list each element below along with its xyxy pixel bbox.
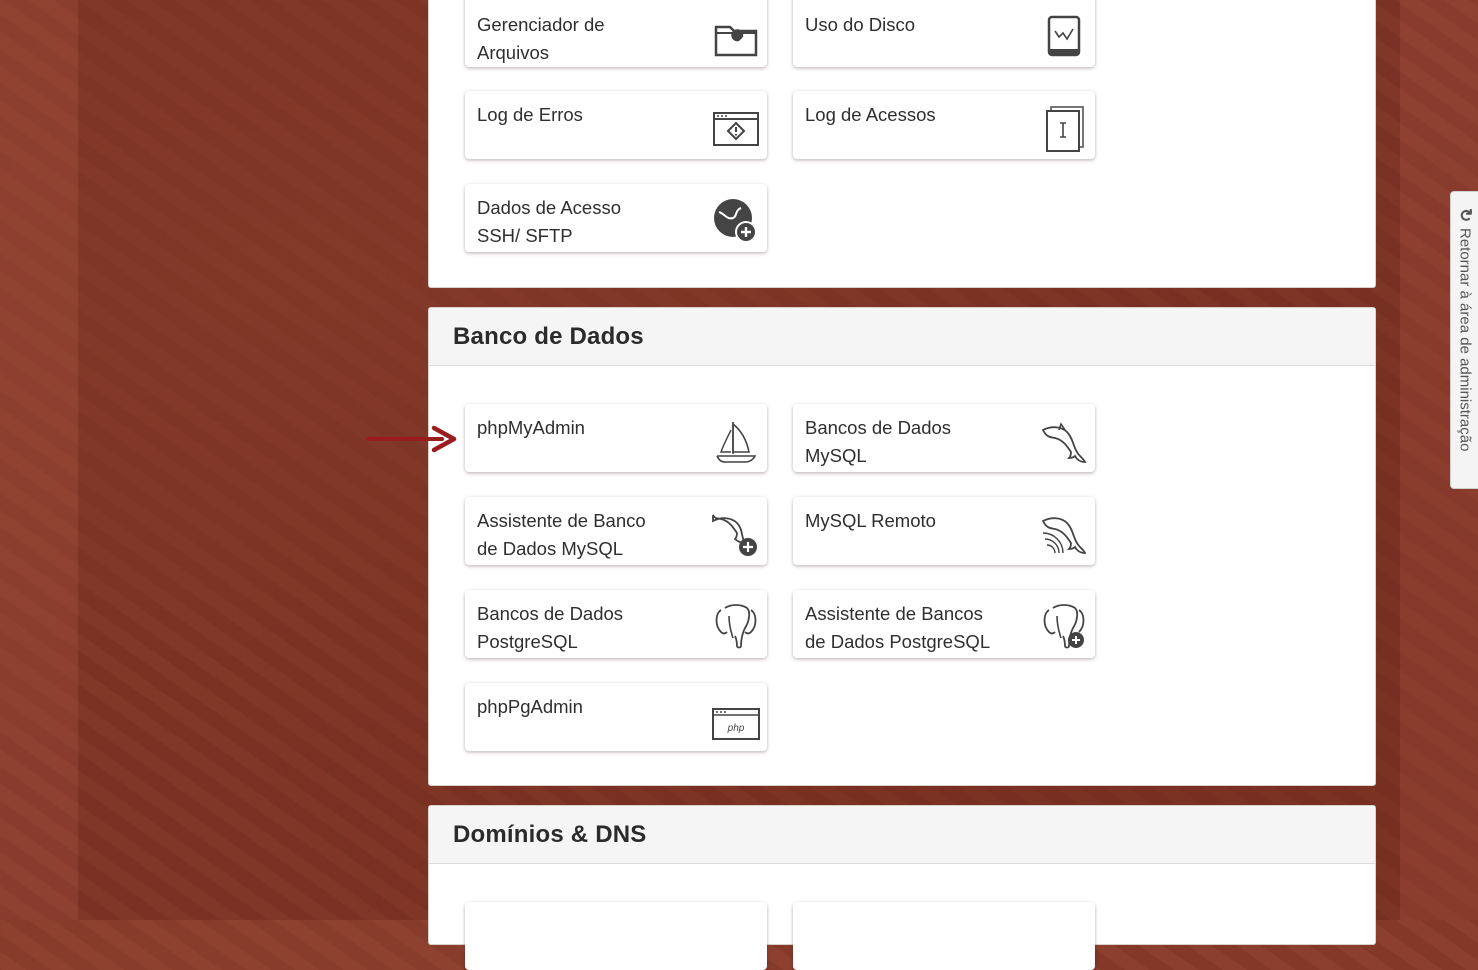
folder-wrench-icon bbox=[711, 11, 761, 61]
domains-header: Domínios & DNS bbox=[429, 806, 1375, 864]
php-window-icon: php bbox=[711, 695, 761, 745]
card-label: Assistente de Bancos de Dados PostgreSQL bbox=[805, 603, 991, 652]
dolphin-plus-icon bbox=[711, 509, 761, 559]
dolphin-wifi-icon bbox=[1039, 509, 1089, 559]
postgresql-databases-card[interactable]: Bancos de Dados PostgreSQL bbox=[465, 590, 767, 658]
error-log-card[interactable]: Log de Erros bbox=[465, 91, 767, 159]
card-label: Uso do Disco bbox=[805, 14, 916, 35]
databases-header: Banco de Dados bbox=[429, 308, 1375, 366]
disk-usage-icon bbox=[1039, 11, 1089, 61]
mysql-remote-card[interactable]: MySQL Remoto bbox=[793, 497, 1095, 565]
card-label: MySQL Remoto bbox=[805, 510, 936, 531]
mysql-databases-card[interactable]: Bancos de Dados MySQL bbox=[793, 404, 1095, 472]
file-manager-card[interactable]: Gerenciador de Arquivos bbox=[465, 0, 767, 67]
card-label: Gerenciador de Arquivos bbox=[477, 14, 605, 63]
mysql-wizard-card[interactable]: Assistente de Banco de Dados MySQL bbox=[465, 497, 767, 565]
card-label: Log de Erros bbox=[477, 104, 583, 125]
card-label: Log de Acessos bbox=[805, 104, 936, 125]
return-admin-tab-content: ↻ Retornar à área de administração bbox=[1455, 208, 1475, 452]
databases-panel: Banco de Dados phpMyAdmin Bancos de Dado… bbox=[428, 307, 1376, 786]
background-left-strip bbox=[0, 0, 78, 920]
dolphin-icon bbox=[1039, 416, 1089, 466]
return-admin-tab[interactable]: ↻ Retornar à área de administração bbox=[1450, 191, 1478, 489]
postgresql-wizard-card[interactable]: Assistente de Bancos de Dados PostgreSQL bbox=[793, 590, 1095, 658]
domain-card[interactable] bbox=[465, 902, 767, 970]
card-label: phpPgAdmin bbox=[477, 696, 583, 717]
files-panel: Gerenciador de Arquivos Uso do Disco Log… bbox=[428, 0, 1376, 288]
access-log-card[interactable]: Log de Acessos bbox=[793, 91, 1095, 159]
error-log-icon bbox=[711, 103, 761, 153]
elephant-plus-icon bbox=[1039, 602, 1089, 652]
domain-card[interactable] bbox=[793, 902, 1095, 970]
access-log-icon bbox=[1039, 103, 1089, 153]
domains-panel: Domínios & DNS bbox=[428, 805, 1376, 970]
card-label: Assistente de Banco de Dados MySQL bbox=[477, 510, 646, 559]
phppgadmin-card[interactable]: phpPgAdmin php bbox=[465, 683, 767, 751]
red-arrow-annotation bbox=[366, 425, 457, 453]
ssh-sftp-card[interactable]: Dados de Acesso SSH/ SFTP bbox=[465, 184, 767, 252]
phpmyadmin-card[interactable]: phpMyAdmin bbox=[465, 404, 767, 472]
elephant-icon bbox=[711, 602, 761, 652]
section-title: Banco de Dados bbox=[453, 322, 644, 350]
section-title: Domínios & DNS bbox=[453, 820, 647, 848]
return-admin-label: Retornar à área de administração bbox=[1456, 228, 1474, 452]
globe-plus-icon bbox=[711, 196, 761, 246]
card-label: phpMyAdmin bbox=[477, 417, 585, 438]
card-label: Bancos de Dados PostgreSQL bbox=[477, 603, 624, 652]
refresh-icon: ↻ bbox=[1456, 208, 1475, 223]
disk-usage-card[interactable]: Uso do Disco bbox=[793, 0, 1095, 67]
card-label: Bancos de Dados MySQL bbox=[805, 417, 952, 466]
sailboat-icon bbox=[711, 416, 761, 466]
svg-text:php: php bbox=[727, 723, 745, 734]
card-label: Dados de Acesso SSH/ SFTP bbox=[477, 197, 621, 246]
